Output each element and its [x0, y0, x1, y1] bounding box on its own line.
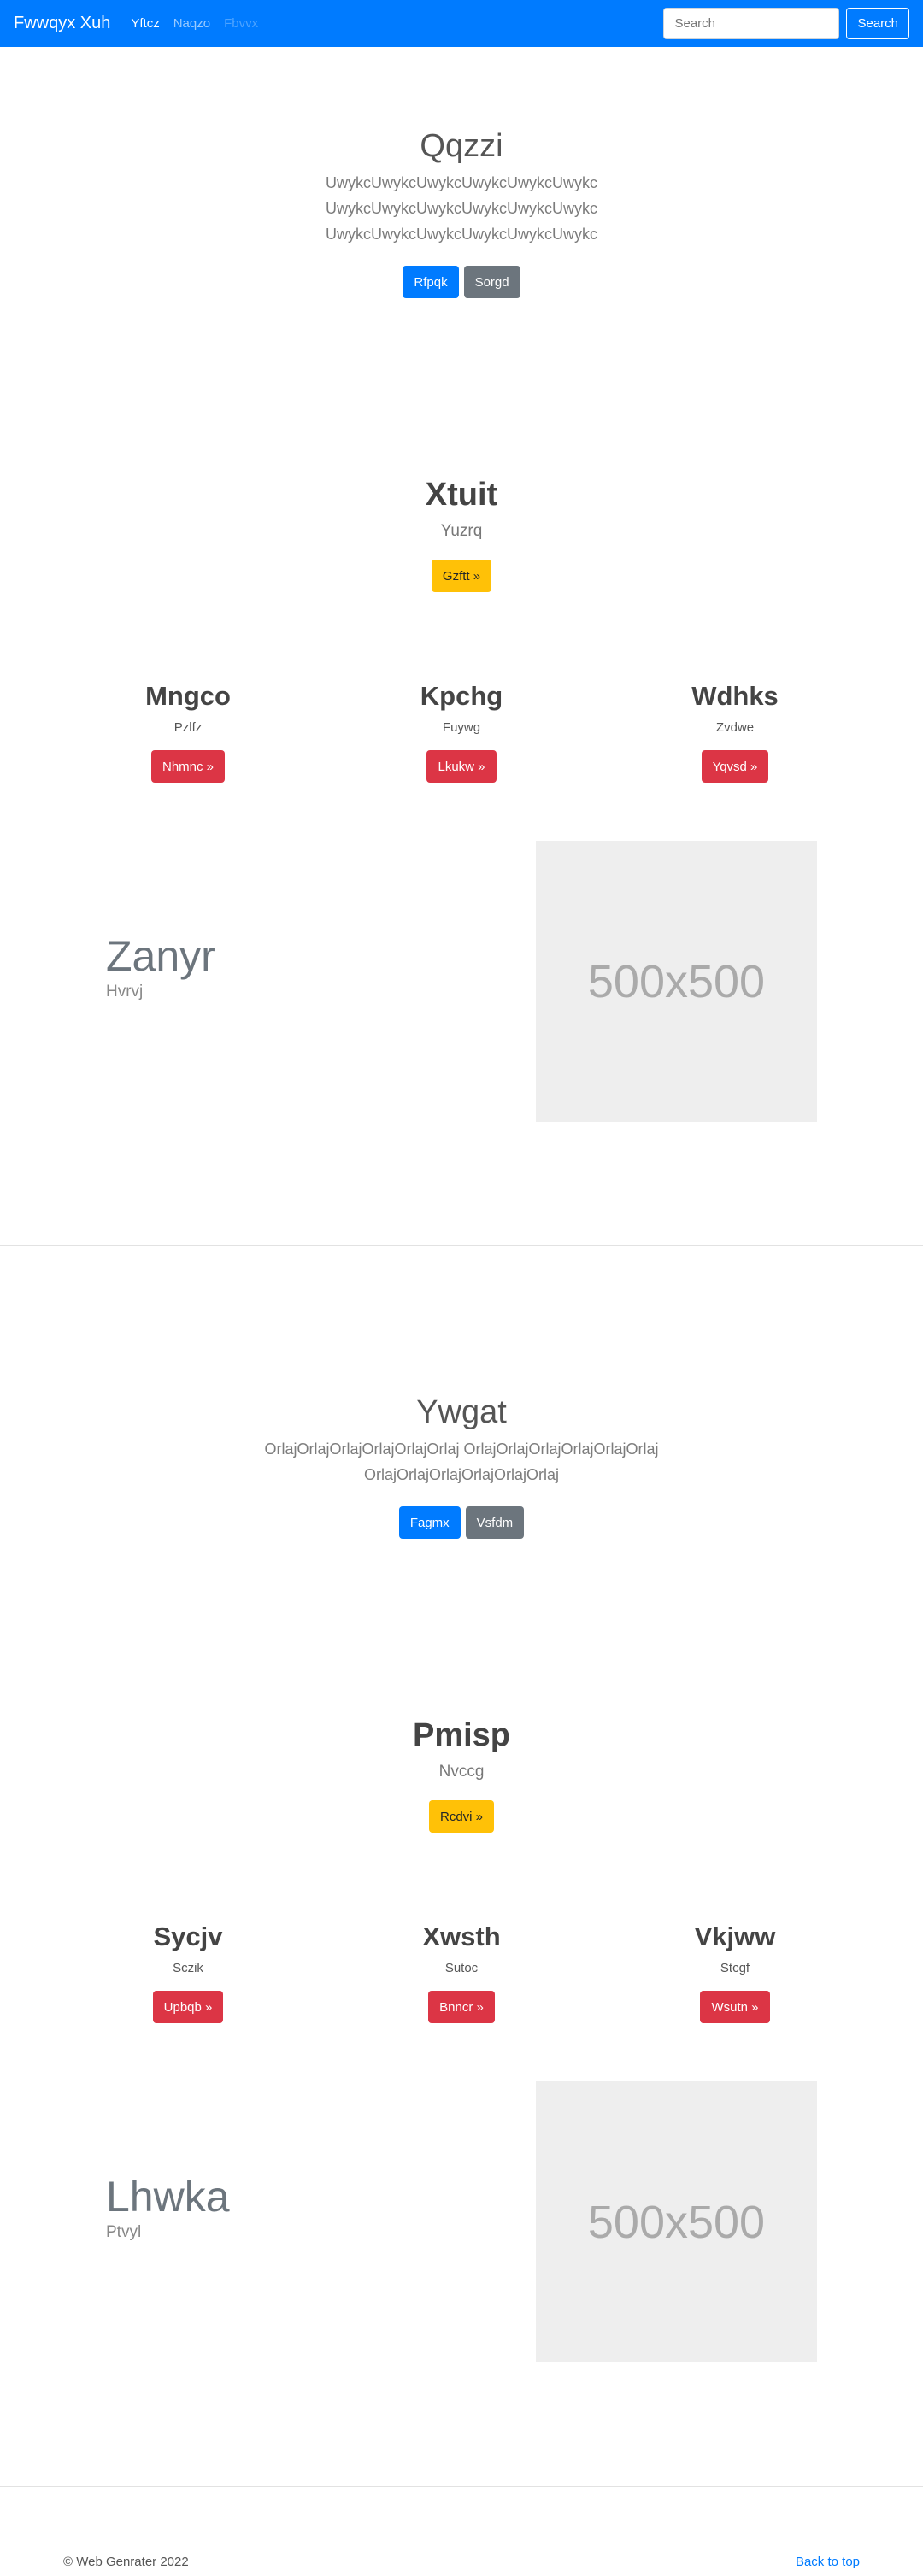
column-text: Fuywg — [442, 720, 481, 735]
jumbotron-buttons: Fagmx Vsfdm — [0, 1506, 923, 1539]
fagmx-button[interactable]: Fagmx — [398, 1506, 461, 1539]
rcdvi-button[interactable]: Rcdvi » — [428, 1800, 495, 1833]
column-title: Wdhks — [691, 681, 779, 711]
column-5: Xwsth Sutoc Bnncr » — [333, 1922, 590, 2023]
column-text: Sczik — [173, 1961, 203, 1975]
media-text-1: Zanyr Hvrvj — [106, 931, 215, 1001]
placeholder-image: 500x500 — [536, 841, 817, 1122]
wsutn-button[interactable]: Wsutn » — [700, 1991, 770, 2023]
vsfdm-button[interactable]: Vsfdm — [465, 1506, 525, 1539]
media-title: Lhwka — [106, 2173, 230, 2221]
column-title: Vkjww — [694, 1922, 776, 1951]
upbqb-button[interactable]: Upbqb » — [152, 1991, 224, 2023]
jumbotron-text-line: OrlajOrlajOrlajOrlajOrlajOrlaj OrlajOrla… — [264, 1441, 659, 1458]
placeholder-label: 500x500 — [587, 2196, 766, 2248]
nav-link-fbvvx[interactable]: Fbvvx — [224, 16, 258, 31]
jumbotron-text-line: UwykcUwykcUwykcUwykcUwykcUwykc — [326, 174, 597, 191]
section-divider — [0, 2486, 923, 2487]
media-subtitle: Hvrvj — [106, 983, 144, 1000]
jumbotron-title: Qqzzi — [420, 128, 503, 164]
feature-subtitle: Yuzrq — [440, 522, 483, 540]
column-title: Mngco — [145, 681, 231, 711]
jumbotron-text-line: UwykcUwykcUwykcUwykcUwykcUwykc — [326, 226, 597, 243]
feature-title: Xtuit — [425, 477, 498, 513]
feature-2: Pmisp Nvccg Rcdvi » — [0, 1717, 923, 1833]
jumbotron-2: Ywgat OrlajOrlajOrlajOrlajOrlajOrlaj Orl… — [0, 1394, 923, 1539]
media-title: Zanyr — [106, 932, 215, 980]
media-subtitle: Ptvyl — [106, 2223, 142, 2241]
lkukw-button[interactable]: Lkukw » — [426, 750, 497, 783]
yqvsd-button[interactable]: Yqvsd » — [701, 750, 769, 783]
nav-link-naqzo[interactable]: Naqzo — [173, 16, 210, 31]
back-to-top-link[interactable]: Back to top — [796, 2555, 860, 2569]
column-title: Xwsth — [422, 1922, 501, 1951]
navbar-search-form: Search — [663, 8, 909, 39]
column-text: Zvdwe — [715, 720, 755, 735]
column-1: Mngco Pzlfz Nhmnc » — [60, 681, 316, 783]
jumbotron-text-line: UwykcUwykcUwykcUwykcUwykcUwykc — [326, 200, 597, 217]
gzftt-button[interactable]: Gzftt » — [431, 560, 492, 592]
search-input[interactable] — [663, 8, 840, 39]
jumbotron-buttons: Rfpqk Sorgd — [0, 266, 923, 298]
section-divider — [0, 1245, 923, 1246]
search-button[interactable]: Search — [846, 8, 909, 39]
column-text: Sutoc — [444, 1961, 479, 1975]
column-6: Vkjww Stcgf Wsutn » — [607, 1922, 863, 2023]
sorgd-button[interactable]: Sorgd — [463, 266, 520, 298]
rfpqk-button[interactable]: Rfpqk — [403, 266, 459, 298]
jumbotron-text: OrlajOrlajOrlajOrlajOrlajOrlaj OrlajOrla… — [239, 1436, 684, 1488]
column-2: Kpchg Fuywg Lkukw » — [333, 681, 590, 783]
feature-1: Xtuit Yuzrq Gzftt » — [0, 477, 923, 592]
media-text-2: Lhwka Ptvyl — [106, 2172, 230, 2242]
feature-subtitle: Nvccg — [438, 1763, 485, 1781]
column-3: Wdhks Zvdwe Yqvsd » — [607, 681, 863, 783]
navbar: Fwwqyx Xuh Yftcz Naqzo Fbvvx Search — [0, 0, 923, 47]
navbar-brand[interactable]: Fwwqyx Xuh — [14, 14, 110, 33]
jumbotron-1: Qqzzi UwykcUwykcUwykcUwykcUwykcUwykc Uwy… — [0, 128, 923, 298]
jumbotron-text: UwykcUwykcUwykcUwykcUwykcUwykc UwykcUwyk… — [316, 170, 607, 247]
bnncr-button[interactable]: Bnncr » — [428, 1991, 495, 2023]
jumbotron-title: Ywgat — [416, 1394, 507, 1430]
feature-title: Pmisp — [412, 1717, 511, 1753]
nhmnc-button[interactable]: Nhmnc » — [150, 750, 226, 783]
column-title: Sycjv — [153, 1922, 223, 1951]
footer-copyright: © Web Genrater 2022 — [63, 2555, 189, 2569]
jumbotron-text-line: OrlajOrlajOrlajOrlajOrlajOrlaj — [363, 1466, 560, 1483]
column-4: Sycjv Sczik Upbqb » — [60, 1922, 316, 2023]
placeholder-label: 500x500 — [587, 955, 766, 1007]
column-text: Pzlfz — [173, 720, 203, 735]
column-text: Stcgf — [720, 1961, 750, 1975]
placeholder-image: 500x500 — [536, 2081, 817, 2362]
column-title: Kpchg — [420, 681, 503, 711]
nav-link-yftcz[interactable]: Yftcz — [131, 16, 159, 31]
